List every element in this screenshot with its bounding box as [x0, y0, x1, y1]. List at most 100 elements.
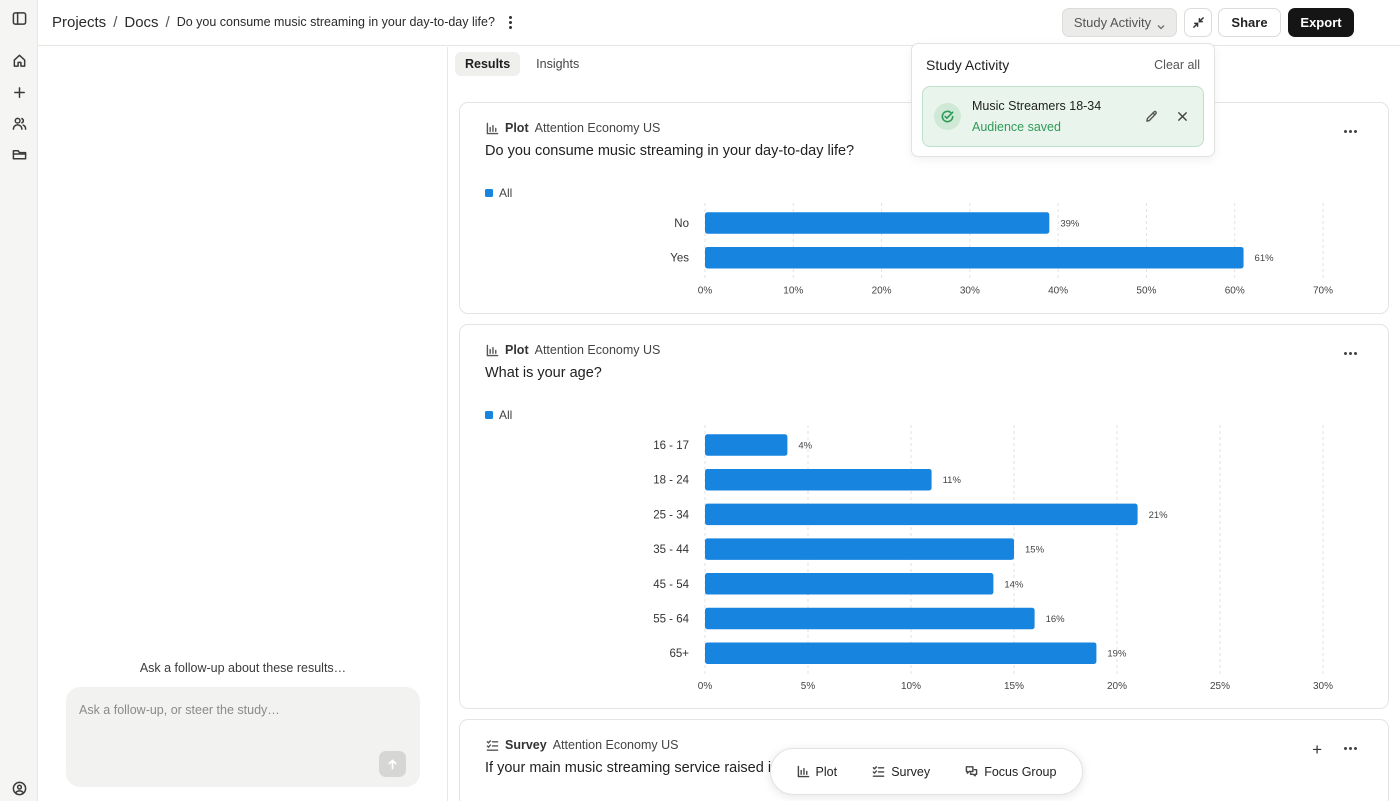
more-horizontal-icon[interactable]: [1344, 352, 1357, 355]
value-label: 61%: [1255, 253, 1275, 264]
card-source: Attention Economy US: [534, 121, 661, 135]
clear-all-button[interactable]: Clear all: [1154, 58, 1200, 72]
x-tick-label: 20%: [872, 285, 892, 296]
x-tick-label: 30%: [960, 285, 980, 296]
chevron-down-icon: [1157, 19, 1165, 30]
edit-icon[interactable]: [1143, 108, 1159, 124]
legend-label: All: [499, 408, 513, 422]
bar: [705, 246, 1244, 269]
x-tick-label: 20%: [1107, 681, 1127, 692]
value-label: 14%: [1004, 579, 1024, 590]
home-icon[interactable]: [9, 50, 29, 70]
card-source: Attention Economy US: [552, 738, 679, 752]
bar-chart-icon: [485, 121, 499, 135]
x-tick-label: 30%: [1313, 681, 1333, 692]
add-plot-button[interactable]: Plot: [797, 764, 838, 779]
bar: [705, 642, 1097, 664]
send-button[interactable]: [379, 751, 406, 777]
category-label: 35 - 44: [653, 544, 689, 556]
bar: [705, 503, 1138, 526]
add-plot-label: Plot: [815, 764, 838, 779]
checklist-icon: [485, 738, 499, 752]
users-icon[interactable]: [9, 113, 29, 133]
plus-icon[interactable]: +: [1312, 740, 1322, 760]
add-survey-button[interactable]: Survey: [872, 765, 930, 779]
value-label: 39%: [1060, 219, 1080, 230]
value-label: 16%: [1046, 614, 1066, 625]
category-label: 18 - 24: [653, 475, 689, 487]
x-tick-label: 40%: [1048, 285, 1068, 296]
followup-input[interactable]: [79, 703, 399, 717]
folder-icon[interactable]: [9, 144, 29, 164]
bar-chart: 0% 5% 10% 15% 20% 25% 30% 16 - 17 4% 18 - 24 11% 25…: [653, 425, 1333, 692]
breadcrumb-separator: /: [165, 13, 170, 31]
close-icon[interactable]: [1174, 108, 1190, 124]
account-icon[interactable]: [9, 778, 29, 798]
arrow-up-icon: [388, 759, 397, 769]
add-block-bar: Plot Survey Focus Group: [770, 748, 1083, 795]
study-activity-button[interactable]: Study Activity: [1062, 8, 1177, 37]
category-label: 45 - 54: [653, 579, 689, 591]
tab-insights[interactable]: Insights: [526, 52, 589, 76]
category-label: Yes: [670, 253, 689, 265]
chat-panel: Ask a follow-up about these results…: [38, 47, 448, 801]
value-label: 4%: [798, 441, 812, 452]
collapse-icon: [1192, 17, 1204, 28]
followup-box: [66, 687, 420, 787]
legend-swatch: [485, 189, 493, 197]
x-tick-label: 15%: [1004, 681, 1024, 692]
bar-chart: 0% 10% 20% 30% 40% 50% 60% 70% No 39% Yes 61%: [670, 203, 1333, 296]
card-title: What is your age?: [485, 365, 602, 381]
bar: [705, 573, 994, 595]
check-circle-icon: [934, 103, 961, 130]
sidebar-toggle-icon[interactable]: [9, 8, 29, 28]
card-type-label: Plot: [505, 343, 529, 357]
breadcrumb: Projects / Docs / Do you consume music s…: [52, 13, 517, 31]
bar-chart-icon: [485, 343, 499, 357]
audience-status: Audience saved: [972, 120, 1061, 134]
value-label: 19%: [1107, 649, 1127, 660]
result-tabs: Results Insights: [455, 52, 589, 76]
card-source: Attention Economy US: [534, 343, 661, 357]
left-rail: [0, 0, 38, 801]
bar: [705, 212, 1050, 234]
add-survey-label: Survey: [891, 764, 931, 779]
legend-swatch: [485, 411, 493, 419]
popover-title: Study Activity: [926, 57, 1010, 73]
breadcrumb-docs[interactable]: Docs: [124, 14, 158, 31]
tab-results[interactable]: Results: [455, 52, 521, 76]
more-vertical-icon[interactable]: [505, 13, 517, 31]
legend-label: All: [499, 186, 513, 200]
breadcrumb-projects[interactable]: Projects: [52, 14, 106, 31]
bar: [705, 607, 1035, 630]
x-tick-label: 60%: [1225, 285, 1245, 296]
followup-label: Ask a follow-up about these results…: [139, 661, 347, 675]
x-tick-label: 0%: [698, 681, 713, 692]
export-button[interactable]: Export: [1288, 8, 1354, 37]
x-tick-label: 5%: [801, 681, 816, 692]
card-title: If your main music streaming service rai…: [485, 760, 776, 776]
category-label: No: [674, 218, 689, 230]
collapse-button[interactable]: [1184, 8, 1212, 37]
bar: [705, 434, 788, 456]
chart-legend: All: [485, 408, 512, 422]
card-type-label: Plot: [505, 121, 529, 135]
x-tick-label: 25%: [1210, 681, 1230, 692]
bar: [705, 538, 1014, 560]
add-focus-group-label: Focus Group: [984, 764, 1057, 779]
more-horizontal-icon[interactable]: [1344, 747, 1357, 750]
category-label: 55 - 64: [653, 614, 689, 626]
plus-icon[interactable]: [9, 82, 29, 102]
category-label: 16 - 17: [653, 440, 689, 452]
x-tick-label: 0%: [698, 285, 713, 296]
value-label: 21%: [1149, 510, 1169, 521]
share-button[interactable]: Share: [1218, 8, 1281, 37]
more-horizontal-icon[interactable]: [1344, 130, 1357, 133]
add-focus-group-button[interactable]: Focus Group: [965, 765, 1056, 779]
bar: [705, 468, 932, 491]
activity-item: Music Streamers 18-34 Audience saved: [922, 86, 1204, 147]
chart-icon: [797, 765, 809, 778]
category-label: 25 - 34: [653, 509, 689, 521]
chart-legend: All: [485, 186, 512, 200]
category-label: 65+: [669, 648, 689, 660]
